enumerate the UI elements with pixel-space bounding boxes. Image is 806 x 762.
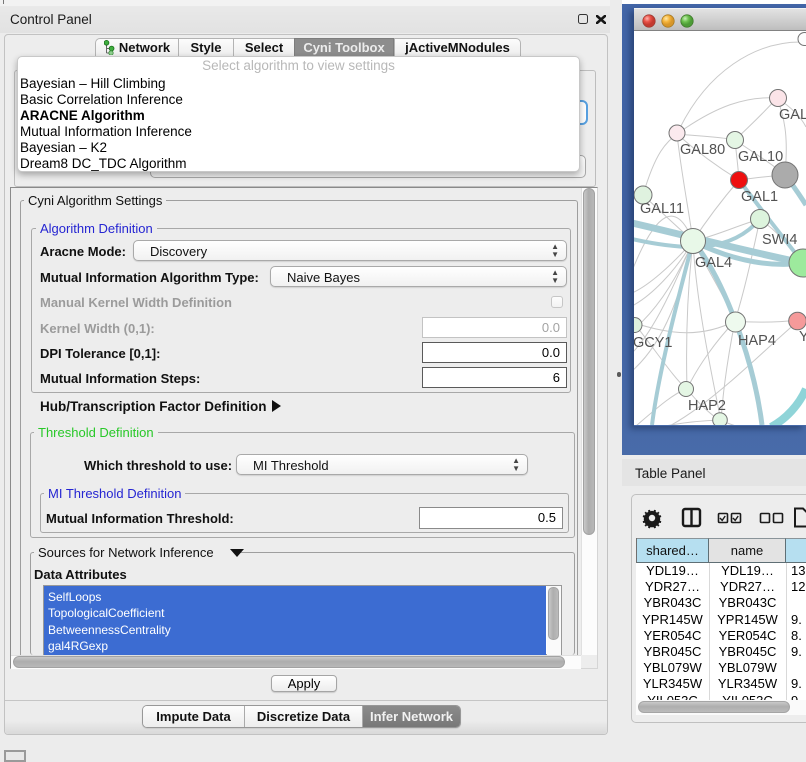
svg-text:GAL80: GAL80 — [680, 142, 725, 158]
svg-text:GAL: GAL — [779, 107, 806, 123]
svg-text:HAP2: HAP2 — [688, 398, 726, 414]
svg-text:HAP4: HAP4 — [738, 333, 776, 349]
svg-text:SWI4: SWI4 — [762, 232, 797, 248]
svg-text:GAL4: GAL4 — [695, 255, 732, 271]
svg-text:Y: Y — [799, 329, 806, 345]
svg-text:GCY1: GCY1 — [634, 335, 673, 351]
svg-text:GAL11: GAL11 — [640, 201, 684, 217]
svg-text:GAL10: GAL10 — [738, 149, 783, 165]
svg-text:GAL1: GAL1 — [741, 189, 778, 205]
